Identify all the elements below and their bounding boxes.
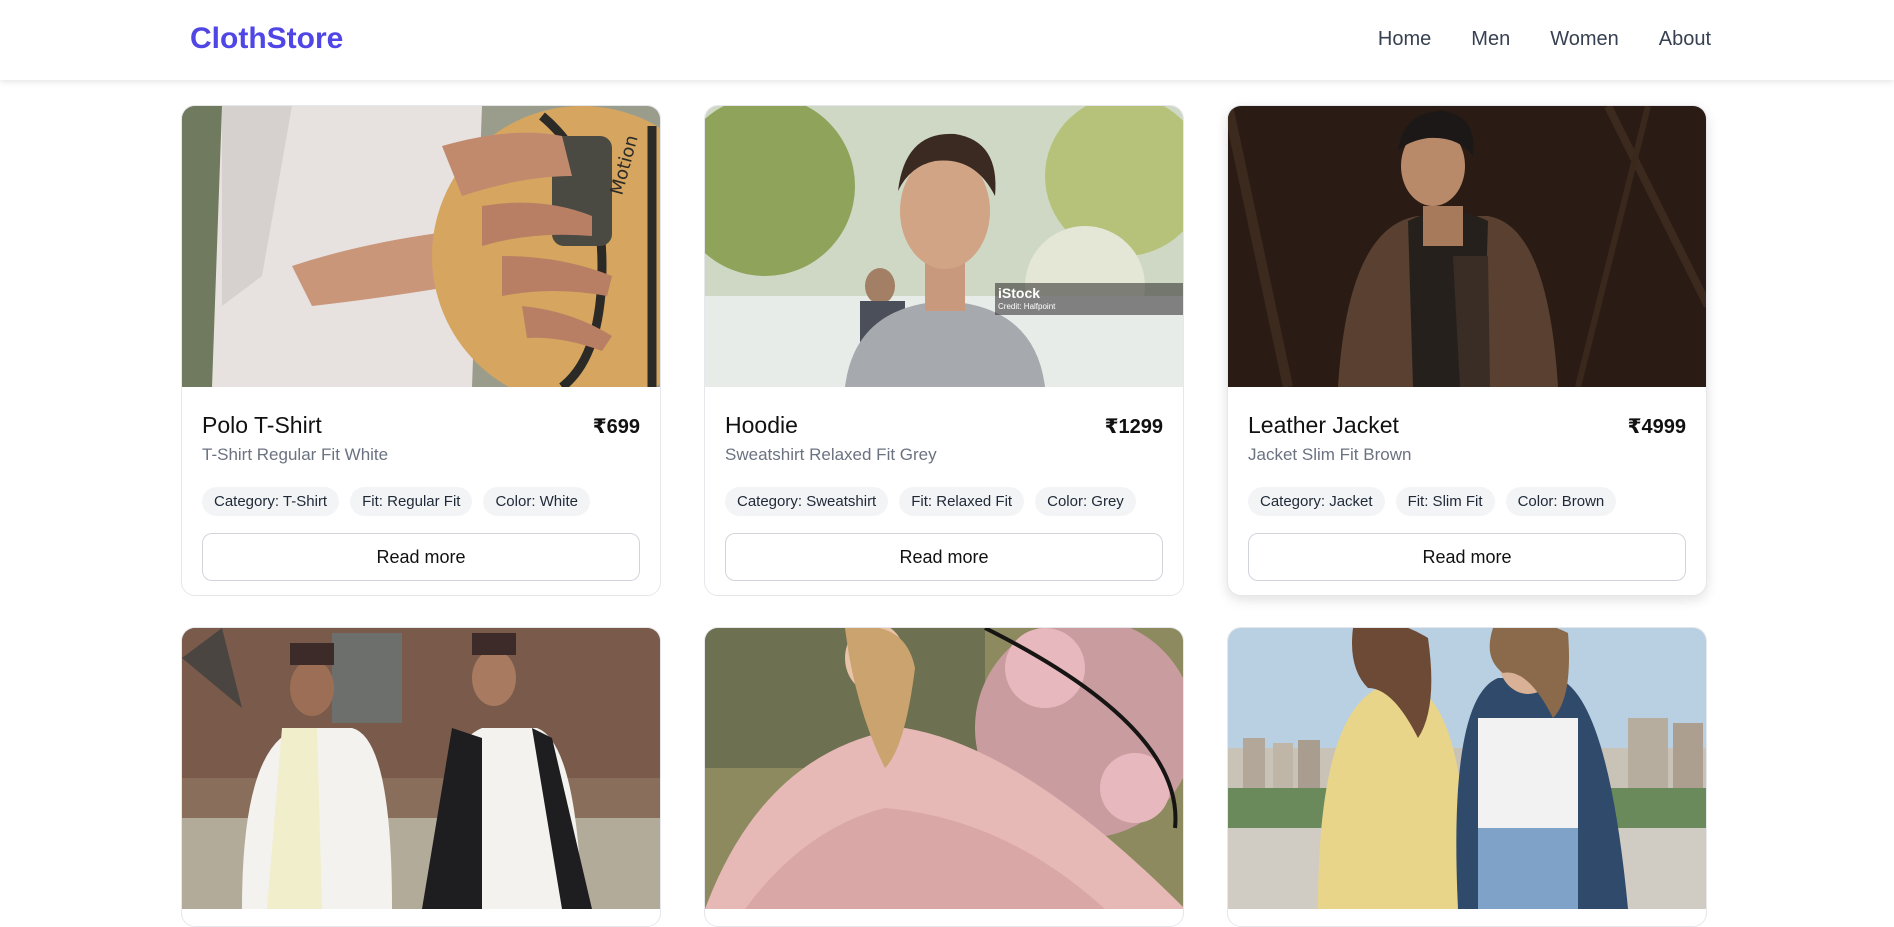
brand-logo[interactable]: ClothStore	[190, 22, 343, 56]
product-title: Hoodie	[725, 412, 798, 438]
watermark-credit: Credit: Halfpoint	[998, 302, 1056, 311]
product-tags: Category: T-Shirt Fit: Regular Fit Color…	[202, 487, 640, 516]
product-subtitle: Jacket Slim Fit Brown	[1248, 445, 1412, 464]
product-card-kurta	[181, 627, 661, 927]
tag-fit: Fit: Regular Fit	[350, 487, 473, 516]
product-card-gown	[704, 627, 1184, 927]
product-image-leather-jacket	[1228, 106, 1706, 387]
product-price: ₹699	[592, 416, 640, 438]
product-card-hoodie: iStock Credit: Halfpoint Hoodie ₹1299 Sw…	[704, 105, 1184, 596]
product-image-kurta	[182, 628, 660, 909]
product-card-polo-tshirt: Motion Polo T-Shirt ₹699 T-Shirt Regular…	[181, 105, 661, 596]
tag-fit: Fit: Relaxed Fit	[899, 487, 1025, 516]
product-image-gown	[705, 628, 1183, 909]
product-tags: Category: Jacket Fit: Slim Fit Color: Br…	[1248, 487, 1686, 516]
istock-watermark: iStock Credit: Halfpoint	[995, 283, 1183, 315]
watermark-brand: iStock	[998, 285, 1041, 301]
product-grid: Motion Polo T-Shirt ₹699 T-Shirt Regular…	[181, 105, 1707, 927]
tag-category: Category: Jacket	[1248, 487, 1385, 516]
navbar: ClothStore Home Men Women About	[0, 0, 1894, 80]
tag-color: Color: White	[483, 487, 590, 516]
tag-fit: Fit: Slim Fit	[1395, 487, 1495, 516]
product-tags: Category: Sweatshirt Fit: Relaxed Fit Co…	[725, 487, 1163, 516]
nav-link-women[interactable]: Women	[1550, 28, 1619, 51]
nav-link-men[interactable]: Men	[1471, 28, 1510, 51]
read-more-button[interactable]: Read more	[1248, 533, 1686, 581]
product-price: ₹1299	[1104, 416, 1163, 438]
nav-link-about[interactable]: About	[1659, 28, 1711, 51]
tag-category: Category: T-Shirt	[202, 487, 340, 516]
product-title: Leather Jacket	[1248, 412, 1399, 438]
tag-color: Color: Brown	[1505, 487, 1617, 516]
read-more-button[interactable]: Read more	[725, 533, 1163, 581]
product-image-hoodie: iStock Credit: Halfpoint	[705, 106, 1183, 387]
product-card-leather-jacket: Leather Jacket ₹4999 Jacket Slim Fit Bro…	[1227, 105, 1707, 596]
nav-link-home[interactable]: Home	[1378, 28, 1431, 51]
product-price: ₹4999	[1627, 416, 1686, 438]
product-image-polo-tshirt: Motion	[182, 106, 660, 387]
product-subtitle: T-Shirt Regular Fit White	[202, 445, 389, 464]
product-title: Polo T-Shirt	[202, 412, 322, 438]
product-image-casual-women	[1228, 628, 1706, 909]
tag-category: Category: Sweatshirt	[725, 487, 889, 516]
tag-color: Color: Grey	[1035, 487, 1136, 516]
nav-links: Home Men Women About	[1378, 28, 1711, 51]
product-card-casual-women	[1227, 627, 1707, 927]
product-subtitle: Sweatshirt Relaxed Fit Grey	[725, 445, 937, 464]
read-more-button[interactable]: Read more	[202, 533, 640, 581]
